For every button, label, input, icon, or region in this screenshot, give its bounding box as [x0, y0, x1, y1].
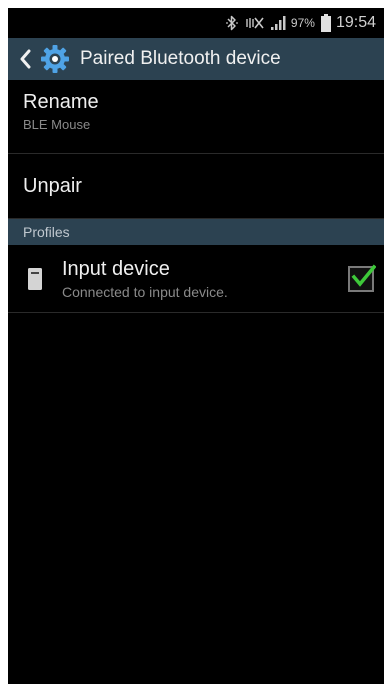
device-name: BLE Mouse: [23, 117, 91, 132]
battery-percent: 97%: [290, 16, 315, 30]
page-title: Paired Bluetooth device: [80, 48, 281, 69]
profile-text: Input device Connected to input device.: [62, 258, 228, 300]
settings-gear-icon[interactable]: [38, 42, 72, 76]
mute-icon: [244, 15, 264, 31]
unpair-label: Unpair: [23, 174, 82, 197]
bluetooth-icon: [226, 15, 238, 31]
rename-row[interactable]: Rename BLE Mouse: [8, 80, 384, 154]
profiles-header-label: Profiles: [23, 224, 70, 240]
profile-row-input-device[interactable]: Input device Connected to input device.: [8, 245, 384, 313]
profiles-section-header: Profiles: [8, 219, 384, 245]
profile-status: Connected to input device.: [62, 283, 228, 300]
input-device-checkbox[interactable]: [348, 264, 376, 292]
profile-label: Input device: [62, 257, 170, 280]
signal-icon: [270, 15, 288, 31]
rename-label: Rename: [23, 91, 99, 113]
checkmark-icon: [351, 264, 376, 287]
input-device-icon: [25, 267, 45, 290]
unpair-row[interactable]: Unpair: [8, 154, 384, 219]
status-bar: 97% 19:54: [8, 8, 384, 38]
back-icon[interactable]: [14, 38, 36, 80]
action-bar: Paired Bluetooth device: [8, 38, 384, 80]
battery-icon: [320, 14, 331, 32]
status-time: 19:54: [335, 14, 376, 31]
phone-screen: 97% 19:54 Paired Bluetooth device Rename…: [8, 8, 384, 684]
